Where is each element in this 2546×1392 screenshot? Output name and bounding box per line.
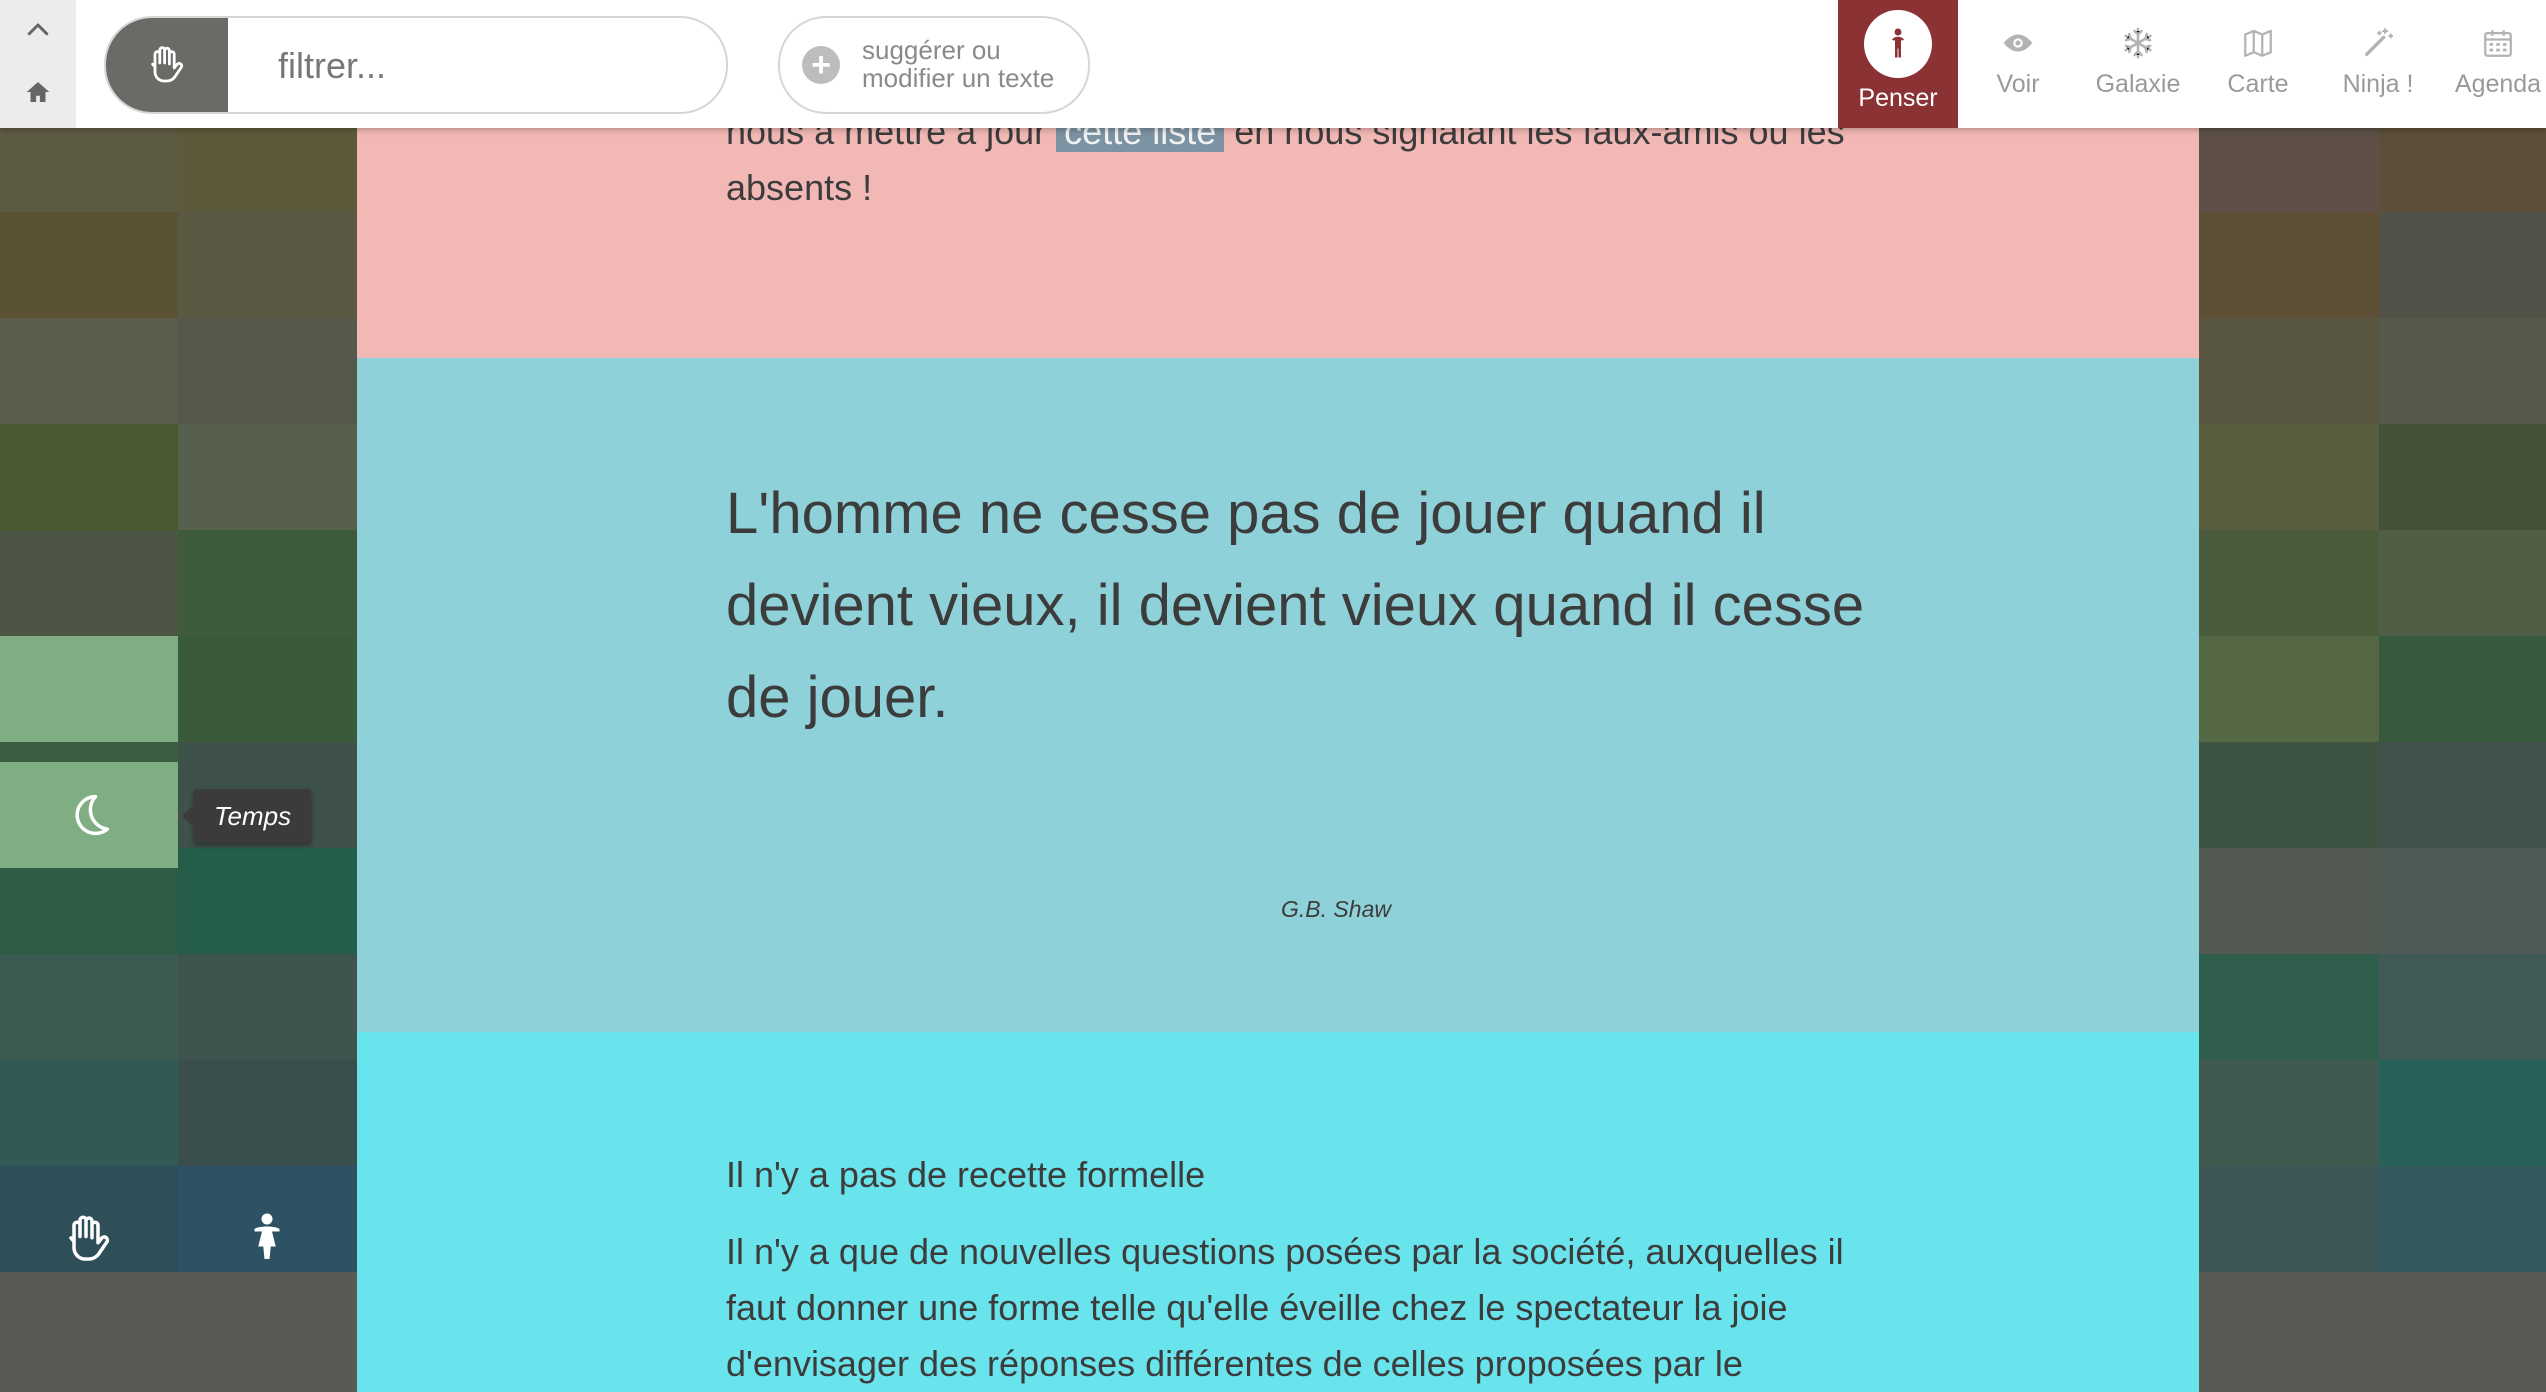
top-bar: + suggérer ou modifier un texte Penser V…: [0, 0, 2546, 128]
mosaic-tile[interactable]: [2379, 742, 2546, 848]
mosaic-tile[interactable]: [2379, 1166, 2546, 1272]
mosaic-tile[interactable]: [2379, 636, 2546, 742]
mini-nav-column: [0, 0, 76, 128]
mosaic-tile[interactable]: [2199, 1166, 2379, 1272]
mosaic-tile[interactable]: [178, 212, 357, 318]
mosaic-tile[interactable]: [2379, 318, 2546, 424]
nav-ninja[interactable]: Ninja !: [2318, 0, 2438, 128]
mosaic-tile[interactable]: [0, 1060, 178, 1166]
mosaic-tile[interactable]: [2379, 848, 2546, 954]
mosaic-tile[interactable]: [0, 636, 178, 742]
hand-icon: [151, 46, 184, 83]
mosaic-tile[interactable]: [178, 1060, 357, 1166]
left-mosaic-panel: [0, 0, 357, 1272]
home-icon: [26, 82, 50, 102]
mosaic-tile[interactable]: [0, 424, 178, 530]
map-icon: [2244, 29, 2272, 57]
article-section: Il n'y a pas de recette formelle Il n'y …: [357, 1032, 2199, 1392]
mosaic-tile[interactable]: [2379, 530, 2546, 636]
mosaic-tile[interactable]: [0, 530, 178, 636]
mosaic-tile[interactable]: [2379, 424, 2546, 530]
article-body: Il n'y a que de nouvelles questions posé…: [726, 1231, 1844, 1384]
quote-section: L'homme ne cesse pas de jouer quand il d…: [357, 358, 2199, 1032]
mosaic-tile[interactable]: [2379, 212, 2546, 318]
mode-hand-button[interactable]: [106, 18, 228, 112]
mosaic-tile[interactable]: [2379, 954, 2546, 1060]
mosaic-tile[interactable]: [178, 954, 357, 1060]
mosaic-tile[interactable]: [178, 424, 357, 530]
quote-text: L'homme ne cesse pas de jouer quand il d…: [726, 481, 1865, 730]
mosaic-tile[interactable]: [178, 848, 357, 954]
mosaic-tile[interactable]: [2199, 636, 2379, 742]
hand-button[interactable]: [0, 1186, 178, 1292]
eye-icon: [2003, 34, 2033, 52]
mosaic-tile[interactable]: [178, 530, 357, 636]
moon-icon: [75, 794, 110, 836]
time-tile-button[interactable]: [0, 762, 178, 868]
mosaic-tile[interactable]: [2199, 848, 2379, 954]
mosaic-tile[interactable]: [0, 212, 178, 318]
suggest-label: suggérer ou modifier un texte: [862, 35, 1055, 93]
chevron-up-icon: [27, 23, 49, 36]
mosaic-tile[interactable]: [2199, 318, 2379, 424]
quote-author: G.B. Shaw: [1281, 896, 1391, 922]
nav-penser-label: Penser: [1858, 84, 1938, 112]
person-icon: [1864, 10, 1932, 78]
article-title: Il n'y a pas de recette formelle: [726, 1154, 1206, 1195]
home-button[interactable]: [0, 62, 76, 122]
mosaic-tile[interactable]: [2199, 742, 2379, 848]
right-mosaic-panel: [2199, 0, 2546, 1272]
suggest-text-button[interactable]: + suggérer ou modifier un texte: [778, 16, 1090, 114]
mosaic-tile[interactable]: [2199, 530, 2379, 636]
person-button[interactable]: [178, 1186, 356, 1292]
calendar-icon: [2484, 30, 2512, 57]
mosaic-tile[interactable]: [2199, 954, 2379, 1060]
filter-input[interactable]: [276, 38, 720, 94]
mosaic-tile[interactable]: [178, 636, 357, 742]
mosaic-tile[interactable]: [2199, 424, 2379, 530]
scroll-up-button[interactable]: [0, 0, 76, 60]
mosaic-tile[interactable]: [2199, 212, 2379, 318]
mosaic-tile[interactable]: [2199, 1060, 2379, 1166]
time-tooltip: Temps: [181, 789, 312, 843]
nav-carte[interactable]: Carte: [2198, 0, 2318, 128]
nav-penser[interactable]: Penser: [1838, 0, 1958, 128]
content-column: nous à mettre à jour cette liste en nous…: [357, 0, 2199, 1392]
nav-galaxie[interactable]: Galaxie: [2078, 0, 2198, 128]
mosaic-tile[interactable]: [0, 318, 178, 424]
mosaic-tile[interactable]: [178, 318, 357, 424]
nav-agenda[interactable]: Agenda: [2438, 0, 2546, 128]
nav-voir[interactable]: Voir: [1958, 0, 2078, 128]
mosaic-tile[interactable]: [0, 954, 178, 1060]
mosaic-tile[interactable]: [2379, 1060, 2546, 1166]
plus-icon: +: [802, 46, 840, 84]
person-icon: [254, 1213, 280, 1259]
search-bar: [104, 16, 728, 114]
magic-wand-icon: [2364, 27, 2394, 57]
hand-icon: [69, 1215, 110, 1261]
snowflake-icon: [2124, 27, 2152, 59]
